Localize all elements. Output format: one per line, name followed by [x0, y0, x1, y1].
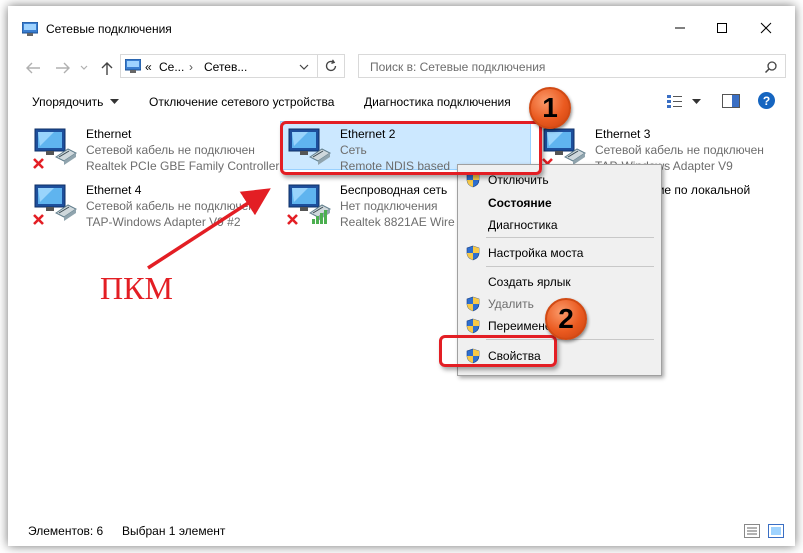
view-options-dropdown-icon[interactable]	[692, 99, 701, 105]
breadcrumb-item[interactable]: Се...	[159, 60, 184, 74]
context-menu-item[interactable]: Отключить	[458, 169, 661, 191]
connection-status: Сетевой кабель не подключен	[86, 143, 255, 157]
red-x-icon	[33, 214, 44, 225]
menu-separator	[486, 339, 654, 340]
explorer-window: Сетевые подключения « Се... › Сетев... П…	[8, 6, 795, 546]
connection-device: Remote NDIS based	[340, 159, 451, 173]
disable-device-button[interactable]: Отключение сетевого устройства	[149, 95, 334, 109]
diagnose-connection-button[interactable]: Диагностика подключения	[364, 95, 511, 109]
network-adapter-icon	[287, 184, 331, 225]
back-arrow-icon[interactable]	[24, 60, 42, 76]
menu-separator	[486, 266, 654, 267]
close-button[interactable]	[752, 16, 780, 40]
connection-device: Realtek 8821AE Wire	[340, 215, 455, 229]
address-bar[interactable]: « Се... › Сетев...	[120, 54, 345, 78]
command-bar: Упорядочить Отключение сетевого устройст…	[8, 90, 795, 116]
change-view-icon[interactable]	[666, 93, 684, 109]
menu-separator	[486, 237, 654, 238]
context-menu-label: Свойства	[488, 349, 541, 363]
preview-pane-icon[interactable]	[722, 94, 740, 108]
connection-status: Сетевой кабель не подключен	[595, 143, 764, 157]
search-input[interactable]: Поиск в: Сетевые подключения	[358, 54, 786, 78]
context-menu-item: Удалить	[458, 293, 661, 315]
network-connections-app-icon	[22, 22, 38, 36]
address-overflow[interactable]: «	[145, 60, 152, 74]
organize-button[interactable]: Упорядочить	[32, 95, 103, 109]
breadcrumb-item[interactable]: Сетев...	[204, 60, 247, 74]
connection-name: Ethernet 3	[595, 127, 651, 141]
network-adapter-icon	[33, 184, 77, 225]
search-placeholder: Поиск в: Сетевые подключения	[370, 60, 546, 74]
connections-list: Ethernet Сетевой кабель не подключен Realt…	[8, 119, 795, 509]
uac-shield-icon	[466, 245, 480, 261]
uac-shield-icon	[466, 348, 480, 364]
minimize-icon	[675, 27, 685, 29]
context-menu-label: Состояние	[488, 196, 552, 210]
context-menu: Отключить Состояние Диагностика Настройка м…	[457, 164, 662, 376]
window-title: Сетевые подключения	[46, 22, 172, 36]
status-bar: Элементов: 6 Выбран 1 элемент	[8, 516, 795, 546]
network-adapter-icon	[288, 128, 331, 165]
connection-status: Сеть	[340, 143, 367, 157]
close-icon	[760, 22, 772, 34]
connection-status: Сетевой кабель не подключен	[86, 199, 255, 213]
network-adapter-icon	[33, 128, 77, 169]
context-menu-item[interactable]: Свойства	[458, 345, 661, 367]
search-icon[interactable]	[764, 60, 778, 74]
connection-name: Беспроводная сеть	[340, 183, 448, 197]
maximize-icon	[717, 23, 727, 33]
forward-arrow-icon[interactable]	[54, 60, 72, 76]
selection-count: Выбран 1 элемент	[122, 524, 226, 538]
title-bar: Сетевые подключения	[8, 6, 795, 48]
context-menu-item[interactable]: Состояние	[458, 192, 661, 214]
address-row: « Се... › Сетев... Поиск в: Сетевые подк…	[8, 48, 795, 88]
context-menu-item[interactable]: Диагностика	[458, 214, 661, 236]
connection-item[interactable]: Ethernet Сетевой кабель не подключен Realt…	[32, 127, 280, 175]
red-x-wifi-icon	[287, 214, 298, 225]
recent-locations-chevron-icon[interactable]	[78, 60, 90, 76]
context-menu-item[interactable]: Настройка моста	[458, 242, 661, 264]
context-menu-item[interactable]: Создать ярлык	[458, 271, 661, 293]
organize-dropdown-icon[interactable]	[110, 99, 119, 105]
connection-status: Нет подключения	[340, 199, 438, 213]
breadcrumb-separator-icon: ›	[189, 60, 193, 74]
help-icon[interactable]: ?	[758, 92, 775, 109]
connection-device: Realtek PCIe GBE Family Controller	[86, 159, 280, 173]
context-menu-label: Настройка моста	[488, 246, 584, 260]
details-view-icon[interactable]	[744, 524, 760, 538]
context-menu-label: Создать ярлык	[488, 275, 571, 289]
red-x-icon	[33, 158, 44, 169]
address-dropdown-chevron-icon[interactable]	[299, 63, 309, 71]
maximize-button[interactable]	[708, 16, 736, 40]
connection-device: TAP-Windows Adapter V9 #2	[86, 215, 241, 229]
connection-name: Ethernet	[86, 127, 132, 141]
context-menu-item[interactable]: Переименовать	[458, 315, 661, 337]
uac-shield-icon	[466, 172, 480, 188]
context-menu-label: Переименовать	[488, 319, 576, 333]
context-menu-label: Диагностика	[488, 218, 558, 232]
connection-name: Ethernet 2	[340, 127, 396, 141]
minimize-button[interactable]	[666, 16, 694, 40]
uac-shield-icon	[466, 318, 480, 334]
large-icons-view-icon[interactable]	[768, 524, 784, 538]
network-folder-icon	[125, 59, 141, 73]
uac-shield-icon	[466, 296, 480, 312]
connection-name: Ethernet 4	[86, 183, 142, 197]
refresh-icon[interactable]	[324, 59, 338, 73]
connection-item[interactable]: Ethernet 4 Сетевой кабель не подключен TAP…	[32, 183, 277, 231]
context-menu-label: Удалить	[488, 297, 534, 311]
item-count: Элементов: 6	[28, 524, 104, 538]
context-menu-label: Отключить	[488, 173, 549, 187]
up-arrow-icon[interactable]	[98, 60, 116, 76]
